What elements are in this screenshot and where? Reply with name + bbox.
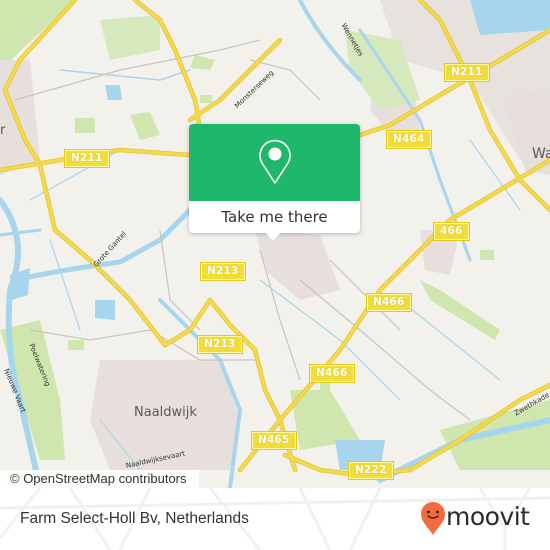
road-shield-n466: N466 — [309, 364, 355, 383]
road-shield-n466: N466 — [366, 293, 412, 312]
road-shield-n211: N211 — [444, 63, 490, 82]
road-shield-466: 466 — [433, 222, 470, 241]
place-label-partial: r — [0, 123, 6, 138]
road-shield-n211: N211 — [64, 149, 110, 168]
moovit-wordmark: moovit — [446, 502, 530, 531]
map-pin-icon — [259, 139, 291, 184]
place-label-wateringen: Wa — [532, 146, 550, 162]
take-me-there-button[interactable]: Take me there — [189, 201, 360, 233]
road-shield-n464: N464 — [386, 130, 432, 149]
place-name: Farm Select-Holl Bv, Netherlands — [20, 510, 249, 527]
map-attribution[interactable]: © OpenStreetMap contributors — [0, 470, 199, 488]
location-popup: Take me there — [189, 124, 360, 241]
place-label-naaldwijk: Naaldwijk — [134, 405, 197, 420]
road-shield-n222: N222 — [348, 461, 394, 480]
road-shield-n213: N213 — [197, 335, 243, 354]
road-shield-n213: N213 — [200, 262, 246, 281]
moovit-logo[interactable]: moovit — [418, 498, 542, 540]
popup-header — [189, 124, 360, 201]
moovit-smiley-pin-icon — [421, 502, 445, 535]
road-shield-n465: N465 — [251, 431, 297, 450]
map-view[interactable]: Naaldwijk Wa r Grote Gantel Wennetjes Ni… — [0, 0, 550, 488]
footer: Farm Select-Holl Bv, Netherlands moovit — [0, 488, 550, 550]
popup-pointer — [265, 232, 281, 241]
